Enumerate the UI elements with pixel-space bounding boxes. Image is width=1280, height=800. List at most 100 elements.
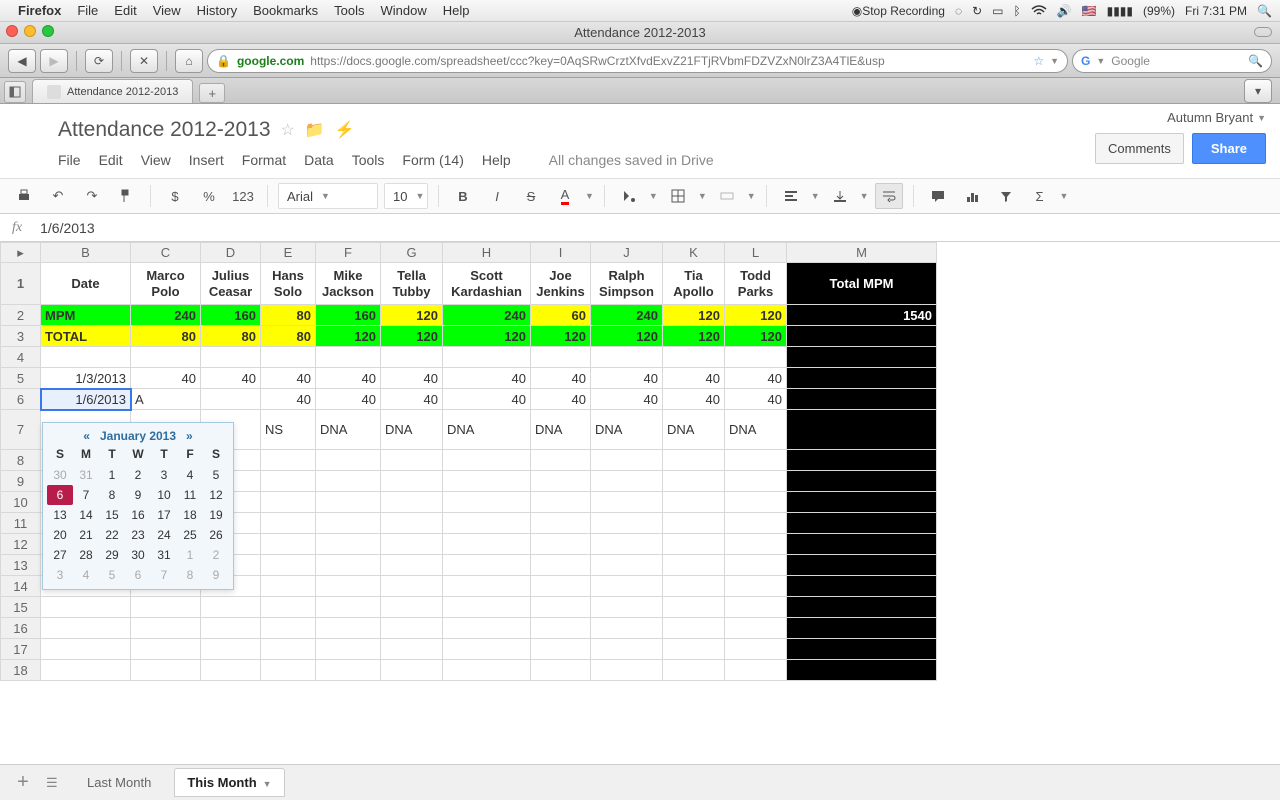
cell[interactable] (725, 555, 787, 576)
dp-day[interactable]: 5 (99, 565, 125, 585)
cell[interactable] (261, 492, 316, 513)
cell[interactable] (41, 347, 131, 368)
search-engine-icon[interactable]: G (1081, 54, 1090, 68)
font-size-select[interactable]: 10▼ (384, 183, 428, 209)
cell[interactable] (443, 660, 531, 681)
dp-day[interactable]: 15 (99, 505, 125, 525)
datepicker-prev-button[interactable]: « (83, 429, 90, 443)
cell-header[interactable]: Marco Polo (131, 263, 201, 305)
strike-button[interactable]: S (517, 183, 545, 209)
redo-button[interactable]: ↷ (78, 183, 106, 209)
cell[interactable] (131, 639, 201, 660)
dp-day[interactable]: 4 (73, 565, 99, 585)
cell[interactable] (663, 597, 725, 618)
cell-header[interactable]: Total MPM (787, 263, 937, 305)
bookmark-star-icon[interactable]: ☆ (1033, 54, 1044, 68)
dp-day[interactable]: 19 (203, 505, 229, 525)
cell-header[interactable]: Mike Jackson (316, 263, 381, 305)
cell[interactable] (41, 639, 131, 660)
home-button[interactable]: ⌂ (175, 49, 203, 73)
cell[interactable] (787, 597, 937, 618)
cell[interactable] (201, 389, 261, 410)
cell[interactable]: DNA (591, 410, 663, 450)
docs-menu-format[interactable]: Format (242, 152, 286, 168)
cell[interactable]: 160 (201, 305, 261, 326)
dp-day[interactable]: 3 (151, 465, 177, 485)
cell[interactable] (531, 534, 591, 555)
cell[interactable] (381, 471, 443, 492)
cell[interactable] (787, 326, 937, 347)
row-header-17[interactable]: 17 (1, 639, 41, 660)
cell[interactable] (381, 534, 443, 555)
cell[interactable]: 40 (725, 389, 787, 410)
star-icon[interactable]: ☆ (281, 120, 295, 140)
dp-day[interactable]: 21 (73, 525, 99, 545)
cell[interactable]: DNA (381, 410, 443, 450)
dp-day[interactable]: 1 (177, 545, 203, 565)
docs-menu-form[interactable]: Form (14) (402, 152, 463, 168)
spotlight-icon[interactable]: 🔍 (1257, 4, 1272, 18)
cell[interactable]: 40 (131, 368, 201, 389)
dp-day[interactable]: 8 (177, 565, 203, 585)
url-bar[interactable]: 🔒 google.com https://docs.google.com/spr… (207, 49, 1068, 73)
row-header-8[interactable]: 8 (1, 450, 41, 471)
row-header-6[interactable]: 6 (1, 389, 41, 410)
nav-forward-button[interactable]: ▶ (40, 49, 68, 73)
cell[interactable] (663, 492, 725, 513)
app-name[interactable]: Firefox (18, 3, 61, 18)
cell[interactable] (443, 639, 531, 660)
col-header-F[interactable]: F (316, 243, 381, 263)
dp-day[interactable]: 24 (151, 525, 177, 545)
col-header-I[interactable]: I (531, 243, 591, 263)
row-header-14[interactable]: 14 (1, 576, 41, 597)
cell-header[interactable]: Scott Kardashian (443, 263, 531, 305)
col-header-B[interactable]: B (41, 243, 131, 263)
cell[interactable] (443, 471, 531, 492)
cell[interactable] (381, 597, 443, 618)
dp-day[interactable]: 26 (203, 525, 229, 545)
dp-day[interactable]: 23 (125, 525, 151, 545)
cell[interactable] (316, 534, 381, 555)
cell[interactable] (663, 639, 725, 660)
mac-menu-file[interactable]: File (77, 3, 98, 18)
cell[interactable]: MPM (41, 305, 131, 326)
cell[interactable] (663, 450, 725, 471)
cell-header[interactable]: Hans Solo (261, 263, 316, 305)
row-header-3[interactable]: 3 (1, 326, 41, 347)
cell[interactable] (443, 555, 531, 576)
all-sheets-button[interactable]: ☰ (46, 775, 64, 791)
cell[interactable]: 40 (381, 368, 443, 389)
record-indicator[interactable]: ◉ Stop Recording (852, 4, 945, 18)
cell[interactable] (443, 450, 531, 471)
new-tab-button[interactable]: + (199, 83, 225, 103)
functions-button[interactable]: Σ (1026, 183, 1054, 209)
row-header-1[interactable]: 1 (1, 263, 41, 305)
row-header-7[interactable]: 7 (1, 410, 41, 450)
col-header-E[interactable]: E (261, 243, 316, 263)
row-header-2[interactable]: 2 (1, 305, 41, 326)
docs-menu-edit[interactable]: Edit (99, 152, 123, 168)
cell[interactable] (787, 555, 937, 576)
cell[interactable] (531, 576, 591, 597)
cell[interactable] (261, 534, 316, 555)
cell[interactable] (591, 639, 663, 660)
window-zoom-button[interactable] (42, 25, 54, 37)
cell[interactable] (531, 492, 591, 513)
cell[interactable] (663, 471, 725, 492)
cell[interactable] (591, 618, 663, 639)
cell[interactable] (201, 347, 261, 368)
cell[interactable]: 80 (131, 326, 201, 347)
text-color-button[interactable]: A (551, 183, 579, 209)
dp-day[interactable]: 17 (151, 505, 177, 525)
mac-menu-tools[interactable]: Tools (334, 3, 364, 18)
cell[interactable]: 80 (261, 326, 316, 347)
cell[interactable] (725, 450, 787, 471)
dp-day[interactable]: 1 (99, 465, 125, 485)
search-go-icon[interactable]: 🔍 (1248, 54, 1263, 68)
cell[interactable]: NS (261, 410, 316, 450)
dp-day[interactable]: 13 (47, 505, 73, 525)
row-header-18[interactable]: 18 (1, 660, 41, 681)
halign-button[interactable] (777, 183, 805, 209)
cell[interactable] (316, 450, 381, 471)
datepicker-next-button[interactable]: » (186, 429, 193, 443)
